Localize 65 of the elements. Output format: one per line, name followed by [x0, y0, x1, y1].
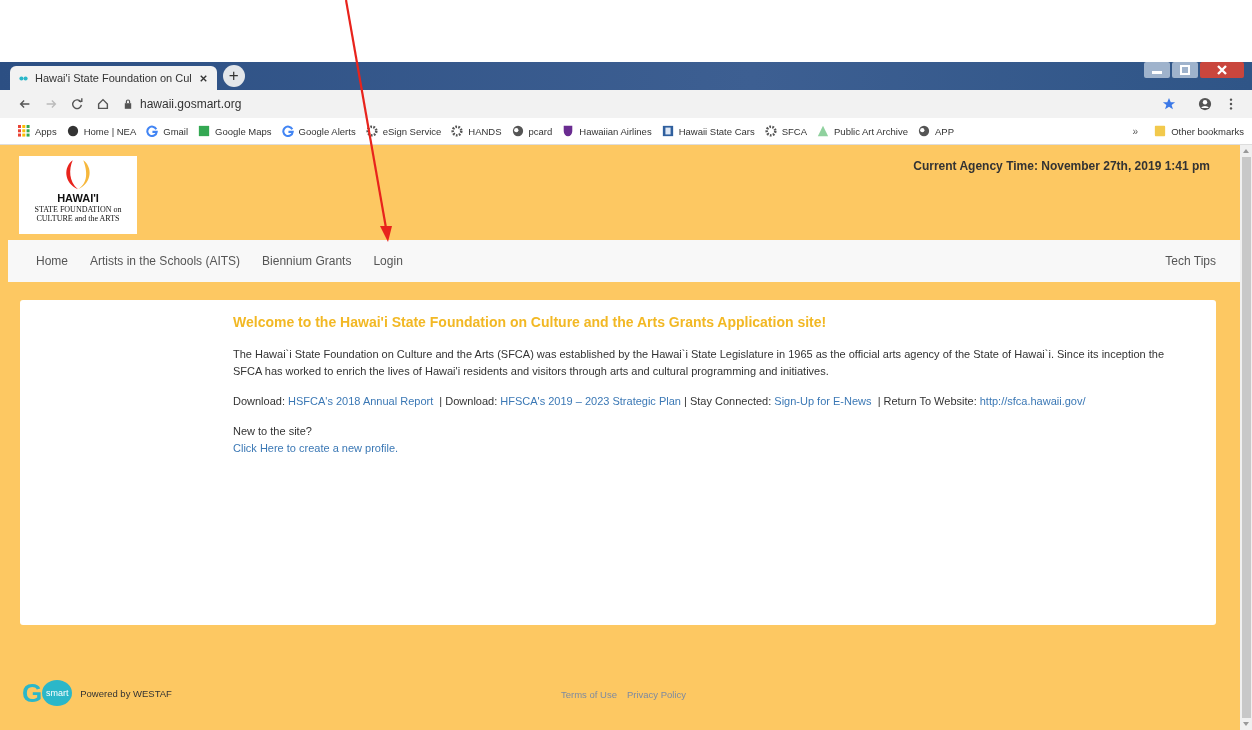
scroll-thumb[interactable] — [1241, 157, 1251, 718]
bookmark-item[interactable]: Hawaii State Cars — [661, 125, 755, 137]
g-logo-icon — [146, 125, 159, 137]
create-profile-link[interactable]: Click Here to create a new profile. — [233, 440, 399, 457]
minimize-icon[interactable] — [1144, 62, 1170, 78]
powered-by-text: Powered by WESTAF — [80, 688, 172, 699]
bookmark-item[interactable]: Google Maps — [198, 125, 272, 137]
scrollbar[interactable] — [1240, 145, 1252, 730]
bookmark-item[interactable]: Apps — [18, 125, 57, 137]
logo-subtitle: CULTURE and the ARTS — [36, 214, 120, 223]
document-icon — [661, 125, 674, 137]
bookmark-item[interactable]: Public Art Archive — [817, 125, 908, 137]
triangle-icon — [817, 125, 830, 137]
links-sentence: Download: HSFCA's 2018 Annual Report | Download: HFSCA's 2019 – 2023 Strategic Plan | Stay Connected: Sign-Up for E-News | Return To Website: http://sfca.hawaii.gov/ — [233, 394, 1087, 409]
bookmark-item[interactable]: Home | NEA — [66, 125, 137, 137]
bookmark-item[interactable]: APP — [917, 125, 954, 137]
tab-title: Hawai'i State Foundation on Cul — [35, 72, 192, 84]
text-link[interactable]: http://sfca.hawaii.gov/ — [979, 395, 1086, 407]
globe-icon — [917, 125, 930, 137]
close-window-icon[interactable] — [1200, 62, 1244, 78]
text-link[interactable]: Sign-Up for E-News — [774, 395, 872, 407]
bookmarks-overflow[interactable]: » — [1132, 125, 1139, 137]
gear-icon — [451, 125, 464, 137]
home-icon[interactable] — [96, 97, 110, 111]
nav-link[interactable]: Home — [28, 254, 76, 268]
nav-link[interactable]: Login — [365, 254, 411, 268]
shield-icon — [562, 125, 575, 137]
welcome-heading: Welcome to the Hawai'i State Foundation on Culture and the Arts Grants Application site! — [233, 314, 828, 330]
bookmark-item[interactable]: pcard — [511, 125, 553, 137]
bookmark-item[interactable]: HANDS — [451, 125, 502, 137]
bookmark-item[interactable]: SFCA — [764, 125, 808, 137]
text-link[interactable]: HSFCA's 2018 Annual Report — [288, 395, 434, 407]
map-icon — [198, 125, 211, 137]
text-link[interactable]: HFSCA's 2019 – 2023 Strategic Plan — [500, 395, 681, 407]
circle-logo-icon — [66, 125, 79, 137]
nav-link[interactable]: Tech Tips — [1157, 254, 1224, 268]
reload-icon[interactable] — [70, 97, 84, 111]
maximize-icon[interactable] — [1172, 62, 1198, 78]
intro-paragraph: The Hawai`i State Foundation on Culture and the Arts (SFCA) was established by the Hawai`i State Legislature in 1965 as the official arts agency of the State of Hawai`i. Since its inception the SFCA has worked to enrich the lives of Hawai'i residents and visitors through arts and cultural programming and initiatives. — [233, 347, 1166, 379]
gear-icon — [365, 125, 378, 137]
logo[interactable]: HAWAI'I STATE FOUNDATION on CULTURE and the ARTS — [19, 156, 137, 234]
scroll-up-icon[interactable] — [1242, 148, 1250, 154]
globe-icon — [511, 125, 524, 137]
bookmark-item[interactable]: Google Alerts — [281, 125, 356, 137]
new-site-text: New to the site? — [233, 424, 312, 439]
nav-link[interactable]: Biennium Grants — [254, 254, 360, 268]
bookmark-item[interactable]: Hawaiian Airlines — [562, 125, 652, 137]
new-tab-button[interactable]: + — [222, 65, 245, 87]
gear-icon — [764, 125, 777, 137]
profile-icon[interactable] — [1198, 97, 1212, 111]
bookmark-item[interactable]: eSign Service — [365, 125, 442, 137]
bookmark-folder[interactable]: Other bookmarks — [1154, 125, 1244, 137]
g-logo-icon — [281, 125, 294, 137]
agency-time: Current Agency Time: November 27th, 2019 1:41 pm — [913, 159, 1210, 173]
bookmark-item[interactable]: Gmail — [146, 125, 189, 137]
lock-icon — [124, 99, 132, 109]
back-icon[interactable] — [18, 97, 32, 111]
nav-link[interactable]: Artists in the Schools (AITS) — [82, 254, 249, 268]
scroll-down-icon[interactable] — [1242, 721, 1250, 727]
folder-icon — [1154, 125, 1167, 137]
logo-subtitle: STATE FOUNDATION on — [34, 205, 122, 214]
apps-grid-icon — [18, 125, 30, 137]
logo-title: HAWAI'I — [57, 192, 99, 205]
star-icon[interactable] — [1162, 97, 1176, 111]
browser-tab[interactable]: Hawai'i State Foundation on Cul — [10, 66, 217, 90]
